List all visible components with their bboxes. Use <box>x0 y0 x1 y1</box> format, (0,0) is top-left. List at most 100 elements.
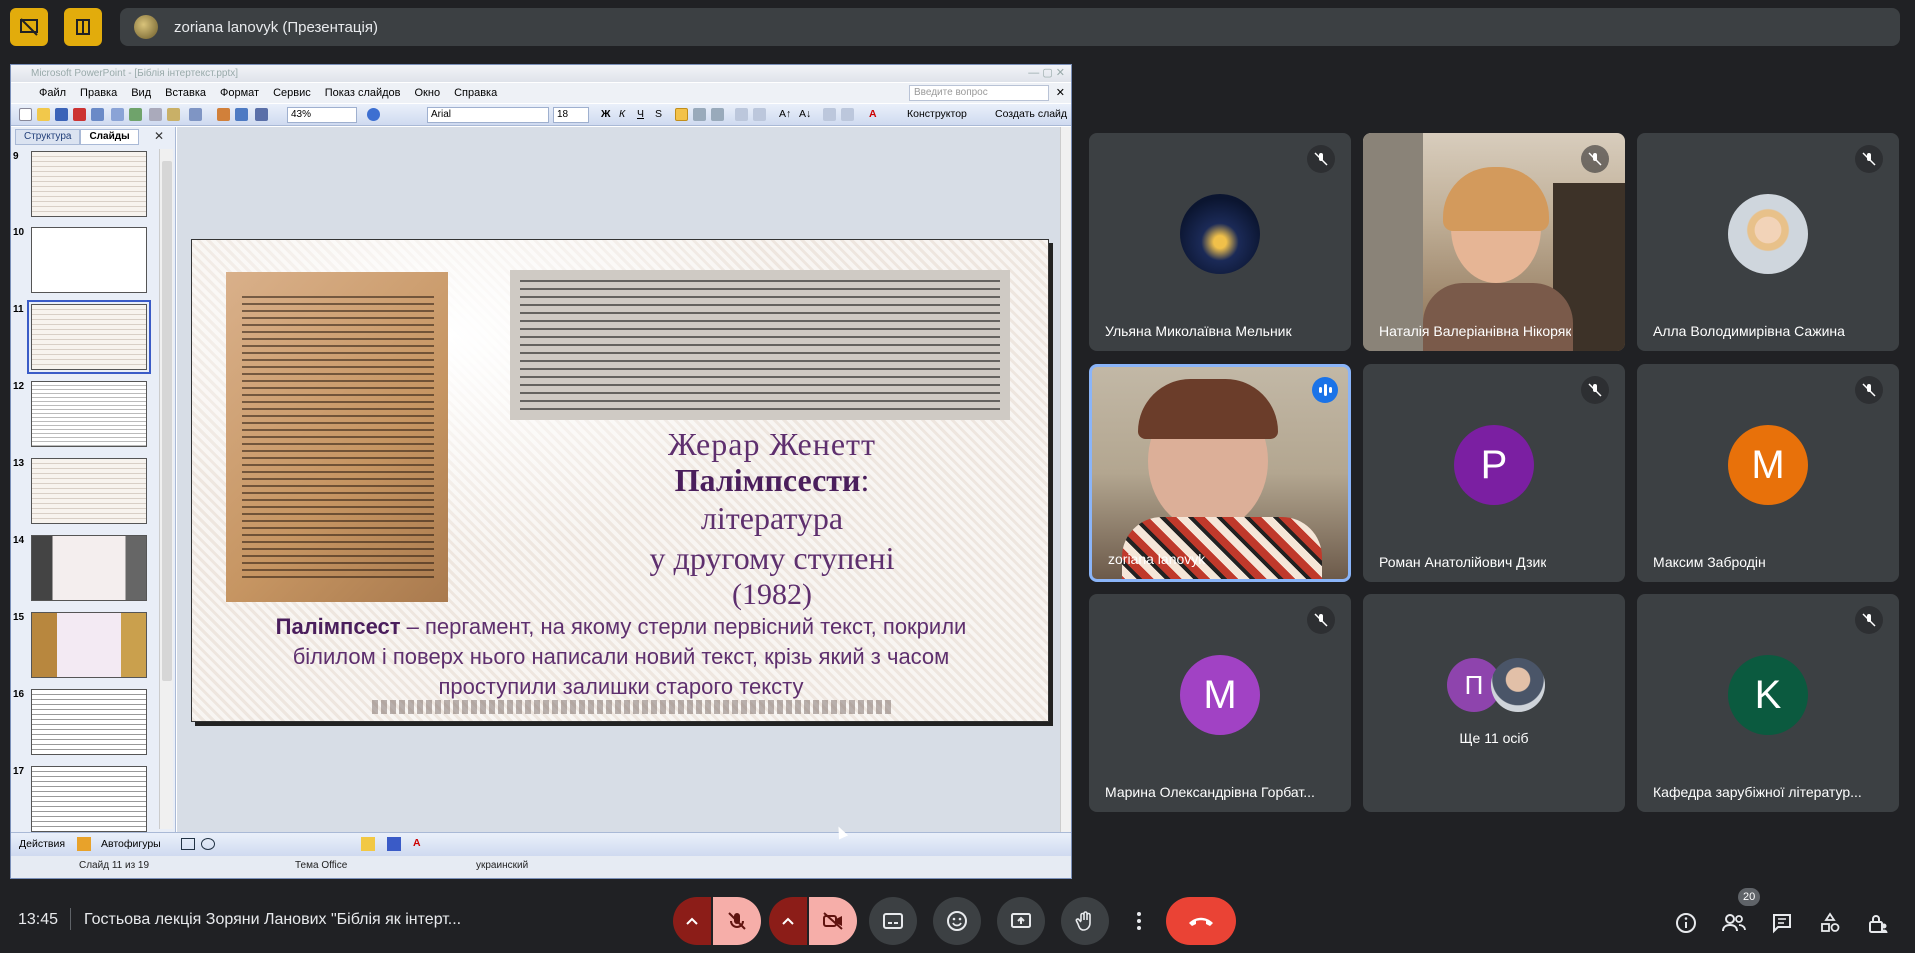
chart-icon[interactable] <box>217 108 230 121</box>
align-center-icon[interactable] <box>693 108 706 121</box>
slide-thumbnail[interactable]: 10 <box>11 227 171 299</box>
present-now-button[interactable] <box>997 897 1045 945</box>
decrease-font-button[interactable]: A↓ <box>799 108 811 120</box>
grid-icon[interactable] <box>255 108 268 121</box>
participant-tile[interactable]: K Кафедра зарубіжної літератур... <box>1637 594 1899 812</box>
align-right-icon[interactable] <box>711 108 724 121</box>
reactions-button[interactable] <box>933 897 981 945</box>
audio-options-button[interactable] <box>673 897 711 945</box>
slide-thumbnail[interactable]: 16 <box>11 689 171 761</box>
menu-edit[interactable]: Правка <box>80 87 117 99</box>
participant-avatar: M <box>1728 425 1808 505</box>
tab-slides[interactable]: Слайды <box>80 129 139 145</box>
more-options-button[interactable] <box>1125 897 1153 945</box>
open-icon[interactable] <box>37 108 50 121</box>
table-icon[interactable] <box>235 108 248 121</box>
captions-button[interactable] <box>869 897 917 945</box>
menu-slideshow[interactable]: Показ слайдов <box>325 87 401 99</box>
font-color-button[interactable]: A <box>869 108 877 120</box>
tab-outline[interactable]: Структура <box>15 129 81 145</box>
present-mode-icon[interactable] <box>10 8 48 46</box>
more-participants-tile[interactable]: П Ще 11 осіб <box>1363 594 1625 812</box>
host-controls-button[interactable] <box>1860 905 1896 941</box>
slide-thumbnail[interactable]: 12 <box>11 381 171 453</box>
mic-off-icon <box>1307 606 1335 634</box>
mic-off-icon <box>1855 376 1883 404</box>
slide-thumbnail-selected[interactable]: 11 <box>11 300 171 376</box>
autoshapes-menu[interactable]: Автофигуры <box>101 838 161 850</box>
zoom-select[interactable]: 43% <box>287 107 357 123</box>
bullets-icon[interactable] <box>753 108 766 121</box>
new-icon[interactable] <box>19 108 32 121</box>
underline-button[interactable]: Ч <box>637 108 644 120</box>
paste-icon[interactable] <box>167 108 180 121</box>
participant-tile-active-speaker[interactable]: zoriana lanovyk <box>1089 364 1351 582</box>
thumb-image <box>31 381 147 447</box>
align-left-icon[interactable] <box>675 108 688 121</box>
increase-font-button[interactable]: A↑ <box>779 108 791 120</box>
menu-view[interactable]: Вид <box>131 87 151 99</box>
people-button[interactable] <box>1716 905 1752 941</box>
menu-service[interactable]: Сервис <box>273 87 311 99</box>
print-icon[interactable] <box>111 108 124 121</box>
undo-icon[interactable] <box>189 108 202 121</box>
email-icon[interactable] <box>91 108 104 121</box>
chat-button[interactable] <box>1764 905 1800 941</box>
italic-button[interactable]: К <box>619 108 625 120</box>
menu-window[interactable]: Окно <box>415 87 441 99</box>
actions-menu[interactable]: Действия <box>19 838 65 850</box>
mic-toggle-button[interactable] <box>713 897 761 945</box>
manuscript-image-left <box>226 272 448 602</box>
slide-thumbnail[interactable]: 14 <box>11 535 171 607</box>
pin-icon[interactable] <box>64 8 102 46</box>
bold-button[interactable]: Ж <box>601 108 611 120</box>
close-pane-icon[interactable]: ✕ <box>154 129 164 143</box>
new-slide-button[interactable]: Создать слайд <box>995 108 1067 120</box>
decrease-indent-icon[interactable] <box>823 108 836 121</box>
shadow-button[interactable]: S <box>655 108 662 120</box>
leave-call-button[interactable] <box>1166 897 1236 945</box>
help-icon[interactable] <box>367 108 380 121</box>
participant-tile[interactable]: P Роман Анатолійович Дзик <box>1363 364 1625 582</box>
ppt-menu-bar: Файл Правка Вид Вставка Формат Сервис По… <box>11 83 1071 103</box>
participant-tile[interactable]: M Максим Забродін <box>1637 364 1899 582</box>
menu-file[interactable]: Файл <box>39 87 66 99</box>
fill-color-icon[interactable] <box>361 837 375 851</box>
select-objects-icon[interactable] <box>77 837 91 851</box>
menu-help[interactable]: Справка <box>454 87 497 99</box>
slide-thumbnail[interactable]: 17 <box>11 766 171 838</box>
ask-question-input[interactable]: Введите вопрос <box>909 85 1049 101</box>
video-options-button[interactable] <box>769 897 807 945</box>
meeting-details-button[interactable] <box>1668 905 1704 941</box>
permission-icon[interactable] <box>73 108 86 121</box>
text-color-icon[interactable]: A <box>413 837 421 849</box>
save-icon[interactable] <box>55 108 68 121</box>
spellcheck-icon[interactable] <box>129 108 142 121</box>
font-size-select[interactable]: 18 <box>553 107 589 123</box>
slide-thumbnail[interactable]: 9 <box>11 151 171 223</box>
rectangle-icon[interactable] <box>181 838 195 850</box>
participant-tile[interactable]: M Марина Олександрівна Горбат... <box>1089 594 1351 812</box>
thumb-image <box>31 689 147 755</box>
participant-tile-video[interactable]: Наталія Валеріанівна Нікоряк <box>1363 133 1625 351</box>
thumbnails-scrollbar[interactable] <box>159 149 173 829</box>
menu-insert[interactable]: Вставка <box>165 87 206 99</box>
line-color-icon[interactable] <box>387 837 401 851</box>
activities-button[interactable] <box>1812 905 1848 941</box>
designer-button[interactable]: Конструктор <box>907 108 967 120</box>
raise-hand-button[interactable] <box>1061 897 1109 945</box>
font-select[interactable]: Arial <box>427 107 549 123</box>
editor-scrollbar[interactable] <box>1060 127 1071 832</box>
increase-indent-icon[interactable] <box>841 108 854 121</box>
participant-tile[interactable]: Алла Володимирівна Сажина <box>1637 133 1899 351</box>
numbering-icon[interactable] <box>735 108 748 121</box>
slide-thumbnail[interactable]: 15 <box>11 612 171 684</box>
cut-icon[interactable] <box>149 108 162 121</box>
participant-tile[interactable]: Ульяна Миколаївна Мельник <box>1089 133 1351 351</box>
scroll-thumb[interactable] <box>162 161 172 681</box>
menu-format[interactable]: Формат <box>220 87 259 99</box>
close-doc-icon[interactable]: ✕ <box>1056 86 1065 99</box>
ellipse-icon[interactable] <box>201 838 215 850</box>
camera-toggle-button[interactable] <box>809 897 857 945</box>
slide-thumbnail[interactable]: 13 <box>11 458 171 530</box>
